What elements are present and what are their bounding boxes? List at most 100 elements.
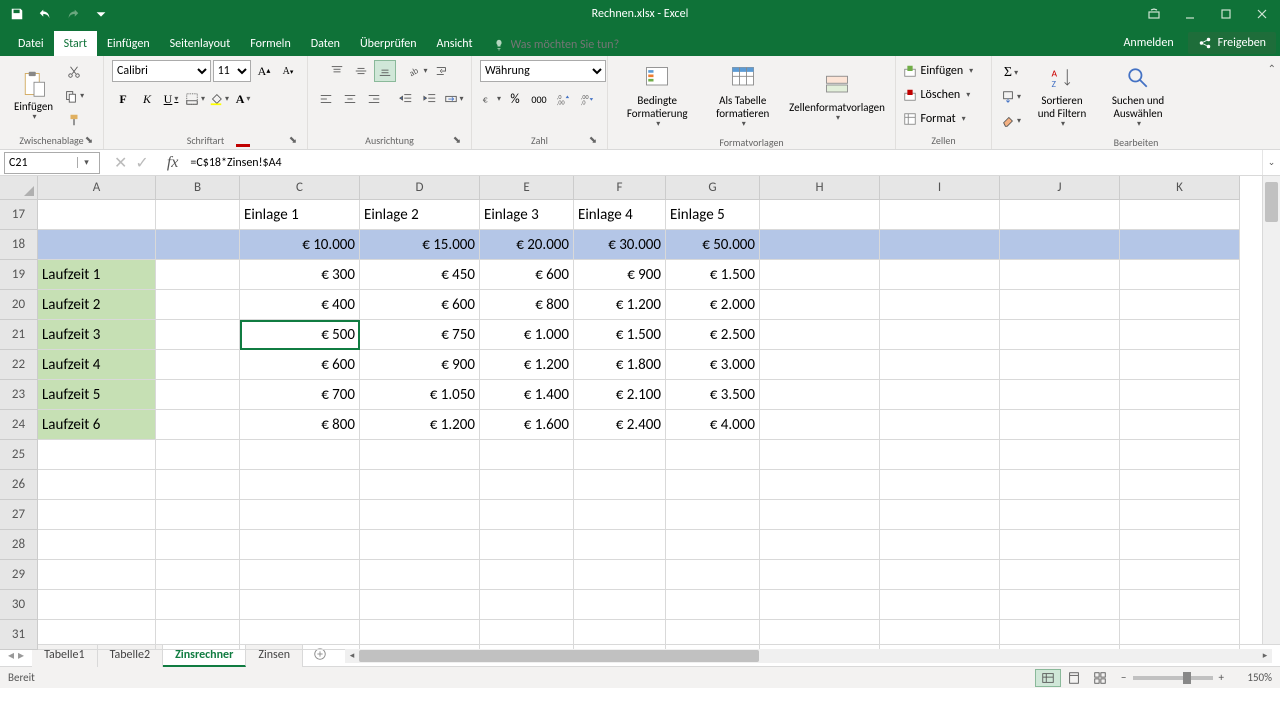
cell-I20[interactable]	[880, 290, 1000, 320]
cell-A18[interactable]	[38, 230, 156, 260]
cell-E31[interactable]	[480, 620, 574, 650]
cell-B23[interactable]	[156, 380, 240, 410]
cell-D19[interactable]: € 450	[360, 260, 480, 290]
cell-D30[interactable]	[360, 590, 480, 620]
cell-I29[interactable]	[880, 560, 1000, 590]
cell-J23[interactable]	[1000, 380, 1120, 410]
align-left[interactable]	[315, 88, 337, 110]
cell-B20[interactable]	[156, 290, 240, 320]
cell-F20[interactable]: € 1.200	[574, 290, 666, 320]
row-header-22[interactable]: 22	[0, 350, 38, 380]
increase-decimal[interactable]: ,0,00	[552, 88, 574, 110]
cell-C22[interactable]: € 600	[240, 350, 360, 380]
cell-E26[interactable]	[480, 470, 574, 500]
cell-K18[interactable]	[1120, 230, 1240, 260]
cell-F17[interactable]: Einlage 4	[574, 200, 666, 230]
cell-J22[interactable]	[1000, 350, 1120, 380]
horizontal-scrollbar[interactable]: ◂ ▸	[345, 649, 1272, 663]
find-select-button[interactable]: Suchen und Auswählen▾	[1102, 60, 1174, 134]
format-as-table-button[interactable]: Als Tabelle formatieren▾	[702, 60, 783, 134]
row-header-26[interactable]: 26	[0, 470, 38, 500]
row-header-21[interactable]: 21	[0, 320, 38, 350]
cell-G24[interactable]: € 4.000	[666, 410, 760, 440]
orientation-button[interactable]: ab▾	[406, 60, 428, 82]
decrease-indent[interactable]	[395, 88, 417, 110]
cell-F23[interactable]: € 2.100	[574, 380, 666, 410]
cell-B29[interactable]	[156, 560, 240, 590]
cell-J26[interactable]	[1000, 470, 1120, 500]
cell-G30[interactable]	[666, 590, 760, 620]
cell-E22[interactable]: € 1.200	[480, 350, 574, 380]
format-painter-button[interactable]	[63, 109, 85, 131]
cell-G25[interactable]	[666, 440, 760, 470]
cell-J30[interactable]	[1000, 590, 1120, 620]
cell-G19[interactable]: € 1.500	[666, 260, 760, 290]
cell-A31[interactable]	[38, 620, 156, 650]
column-header-A[interactable]: A	[38, 176, 156, 200]
fill-button[interactable]: ▾	[1000, 86, 1022, 108]
wrap-text-button[interactable]	[431, 60, 453, 82]
conditional-formatting-button[interactable]: Bedingte Formatierung▾	[616, 60, 698, 134]
cell-A28[interactable]	[38, 530, 156, 560]
cell-J25[interactable]	[1000, 440, 1120, 470]
align-top[interactable]	[326, 60, 348, 82]
page-layout-view-button[interactable]	[1061, 669, 1087, 687]
cell-E27[interactable]	[480, 500, 574, 530]
zoom-slider-thumb[interactable]	[1183, 672, 1191, 684]
font-size-combo[interactable]: 11	[213, 60, 251, 82]
cell-J18[interactable]	[1000, 230, 1120, 260]
signin-button[interactable]: Anmelden	[1109, 30, 1187, 56]
cell-G18[interactable]: € 50.000	[666, 230, 760, 260]
cell-C23[interactable]: € 700	[240, 380, 360, 410]
cell-K17[interactable]	[1120, 200, 1240, 230]
cell-A21[interactable]: Laufzeit 3	[38, 320, 156, 350]
comma-button[interactable]: 000	[528, 88, 550, 110]
column-header-D[interactable]: D	[360, 176, 480, 200]
cell-K19[interactable]	[1120, 260, 1240, 290]
cell-C31[interactable]	[240, 620, 360, 650]
insert-function-button[interactable]: fx	[159, 154, 187, 172]
cell-I26[interactable]	[880, 470, 1000, 500]
row-header-18[interactable]: 18	[0, 230, 38, 260]
number-dialog-launcher[interactable]: ⬊	[587, 133, 599, 145]
cell-J28[interactable]	[1000, 530, 1120, 560]
column-header-F[interactable]: F	[574, 176, 666, 200]
normal-view-button[interactable]	[1035, 669, 1061, 687]
cell-F28[interactable]	[574, 530, 666, 560]
cell-D28[interactable]	[360, 530, 480, 560]
cell-E18[interactable]: € 20.000	[480, 230, 574, 260]
cell-F30[interactable]	[574, 590, 666, 620]
minimize-button[interactable]	[1172, 0, 1208, 28]
italic-button[interactable]: K	[136, 88, 158, 110]
cell-H22[interactable]	[760, 350, 880, 380]
name-box[interactable]: ▾	[4, 152, 100, 174]
row-header-17[interactable]: 17	[0, 200, 38, 230]
cell-F26[interactable]	[574, 470, 666, 500]
cell-C20[interactable]: € 400	[240, 290, 360, 320]
name-box-dropdown[interactable]: ▾	[77, 157, 95, 168]
delete-cells-button[interactable]: Löschen▾	[902, 84, 986, 106]
cell-B22[interactable]	[156, 350, 240, 380]
cell-G20[interactable]: € 2.000	[666, 290, 760, 320]
column-header-H[interactable]: H	[760, 176, 880, 200]
cell-K25[interactable]	[1120, 440, 1240, 470]
row-header-25[interactable]: 25	[0, 440, 38, 470]
cell-H18[interactable]	[760, 230, 880, 260]
cell-G17[interactable]: Einlage 5	[666, 200, 760, 230]
cell-H28[interactable]	[760, 530, 880, 560]
column-header-E[interactable]: E	[480, 176, 574, 200]
cell-G21[interactable]: € 2.500	[666, 320, 760, 350]
select-all-button[interactable]	[0, 176, 38, 200]
row-header-24[interactable]: 24	[0, 410, 38, 440]
cell-K30[interactable]	[1120, 590, 1240, 620]
cell-C28[interactable]	[240, 530, 360, 560]
format-cells-button[interactable]: Format▾	[902, 108, 986, 130]
column-header-G[interactable]: G	[666, 176, 760, 200]
accounting-button[interactable]: €▾	[480, 88, 502, 110]
align-center[interactable]	[339, 88, 361, 110]
cell-C18[interactable]: € 10.000	[240, 230, 360, 260]
column-header-J[interactable]: J	[1000, 176, 1120, 200]
cell-F31[interactable]	[574, 620, 666, 650]
zoom-out-button[interactable]: −	[1121, 671, 1126, 684]
cell-I18[interactable]	[880, 230, 1000, 260]
